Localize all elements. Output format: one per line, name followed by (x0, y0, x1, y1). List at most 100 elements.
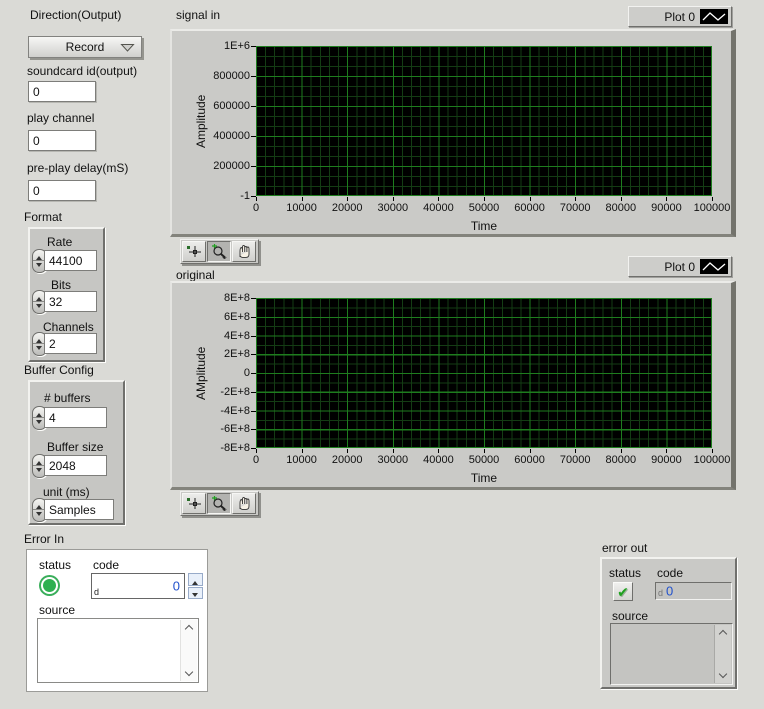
error-in-code-label: code (93, 558, 119, 572)
cursor-tool-button[interactable] (182, 241, 206, 262)
y-tick-label: -6E+8 (220, 423, 250, 435)
y-tick-label: -1 (240, 190, 250, 202)
x-tick-label: 20000 (332, 454, 363, 466)
error-out-cluster-label: error out (602, 541, 647, 555)
error-in-code-value: 0 (173, 579, 180, 594)
channels-input[interactable] (44, 333, 97, 354)
preplay-delay-label: pre-play delay(mS) (27, 161, 128, 175)
checkmark-icon: ✔ (617, 585, 629, 599)
unit-input[interactable] (44, 499, 114, 520)
scrollbar[interactable] (714, 625, 731, 683)
x-tick-mark (438, 197, 439, 201)
y-tick-label: 200000 (213, 160, 250, 172)
x-tick-label: 30000 (378, 454, 409, 466)
plot-area[interactable] (256, 46, 712, 196)
radix-indicator: d (658, 588, 663, 598)
bits-input[interactable] (44, 291, 97, 312)
x-tick-mark (621, 197, 622, 201)
chevron-down-icon (120, 43, 135, 53)
x-tick-label: 70000 (560, 454, 591, 466)
y-tick-label: 800000 (213, 70, 250, 82)
error-out-code-field[interactable]: d 0 (655, 582, 732, 600)
x-tick-mark (621, 449, 622, 453)
x-tick-label: 10000 (286, 454, 317, 466)
x-tick-label: 90000 (651, 454, 682, 466)
direction-dropdown[interactable]: Record (28, 36, 142, 58)
error-in-status-led[interactable] (41, 577, 58, 594)
graph-title-signal-in: signal in (176, 8, 220, 22)
x-tick-mark (256, 449, 257, 453)
x-tick-mark (393, 449, 394, 453)
soundcard-id-input[interactable] (28, 81, 96, 102)
y-tick-label: 6E+8 (224, 311, 250, 323)
x-tick-label: 80000 (606, 454, 637, 466)
error-in-cluster-label: Error In (24, 532, 64, 546)
x-tick-label: 90000 (651, 202, 682, 214)
error-in-code-field[interactable]: d 0 (91, 573, 185, 599)
spin-up-button[interactable] (188, 573, 203, 586)
error-in-status-label: status (39, 558, 71, 572)
error-out-source-label: source (612, 609, 648, 623)
scroll-up-icon[interactable] (719, 628, 728, 637)
rate-input[interactable] (44, 250, 97, 271)
x-tick-label: 10000 (286, 202, 317, 214)
y-tick-label: 400000 (213, 130, 250, 142)
soundcard-id-label: soundcard id(output) (27, 64, 137, 78)
plot-area[interactable] (256, 298, 712, 448)
x-tick-label: 60000 (514, 202, 545, 214)
error-out-status-indicator[interactable]: ✔ (613, 582, 633, 601)
x-tick-mark (530, 449, 531, 453)
plot-legend-label: Plot 0 (664, 10, 695, 24)
zoom-tool-button[interactable] (207, 241, 231, 262)
x-axis-ticks (256, 449, 712, 453)
error-out-code-label: code (657, 566, 683, 580)
x-tick-label: 100000 (694, 202, 731, 214)
error-out-source-textarea[interactable] (610, 623, 733, 685)
pan-tool-button[interactable] (232, 493, 256, 514)
channels-label: Channels (43, 320, 94, 334)
plot-line-sample-icon[interactable] (700, 259, 728, 274)
direction-value: Record (66, 40, 105, 54)
error-in-code-spinner (188, 573, 203, 599)
scroll-up-icon[interactable] (185, 623, 194, 632)
preplay-delay-input[interactable] (28, 180, 96, 201)
scroll-down-icon[interactable] (719, 671, 728, 680)
x-axis-label: Time (256, 219, 712, 233)
buffer-size-input[interactable] (44, 455, 107, 476)
x-tick-mark (530, 197, 531, 201)
x-tick-label: 30000 (378, 202, 409, 214)
spin-down-button[interactable] (188, 587, 203, 600)
x-axis-labels: 0100002000030000400005000060000700008000… (256, 202, 712, 215)
plot-legend[interactable]: Plot 0 (628, 256, 732, 277)
x-tick-mark (393, 197, 394, 201)
num-buffers-input[interactable] (44, 407, 107, 428)
x-tick-mark (666, 197, 667, 201)
x-tick-label: 0 (253, 202, 259, 214)
x-tick-mark (302, 449, 303, 453)
waveform-graph-original: AMplitude 8E+86E+84E+82E+80-2E+8-4E+8-6E… (170, 281, 736, 490)
unit-label: unit (ms) (43, 485, 90, 499)
buffer-config-cluster: # buffers Buffer size unit (ms) (28, 380, 125, 525)
play-channel-input[interactable] (28, 130, 96, 151)
x-tick-mark (712, 449, 713, 453)
radix-indicator: d (94, 587, 99, 597)
error-in-source-textarea[interactable] (37, 618, 199, 683)
scrollbar[interactable] (180, 620, 197, 681)
y-tick-label: -2E+8 (220, 386, 250, 398)
y-tick-label: 0 (244, 367, 250, 379)
y-axis-labels: 8E+86E+84E+82E+80-2E+8-4E+8-6E+8-8E+8 (172, 298, 250, 448)
plot-legend[interactable]: Plot 0 (628, 6, 732, 27)
scroll-down-icon[interactable] (185, 669, 194, 678)
play-channel-label: play channel (27, 111, 94, 125)
plot-line-sample-icon[interactable] (700, 9, 728, 24)
x-tick-mark (575, 197, 576, 201)
y-tick-label: -8E+8 (220, 442, 250, 454)
x-tick-mark (484, 449, 485, 453)
zoom-tool-button[interactable] (207, 493, 231, 514)
plot-legend-label: Plot 0 (664, 260, 695, 274)
graph-palette (180, 491, 259, 516)
pan-tool-button[interactable] (232, 241, 256, 262)
cursor-tool-button[interactable] (182, 493, 206, 514)
x-tick-label: 100000 (694, 454, 731, 466)
graph-palette (180, 239, 259, 264)
